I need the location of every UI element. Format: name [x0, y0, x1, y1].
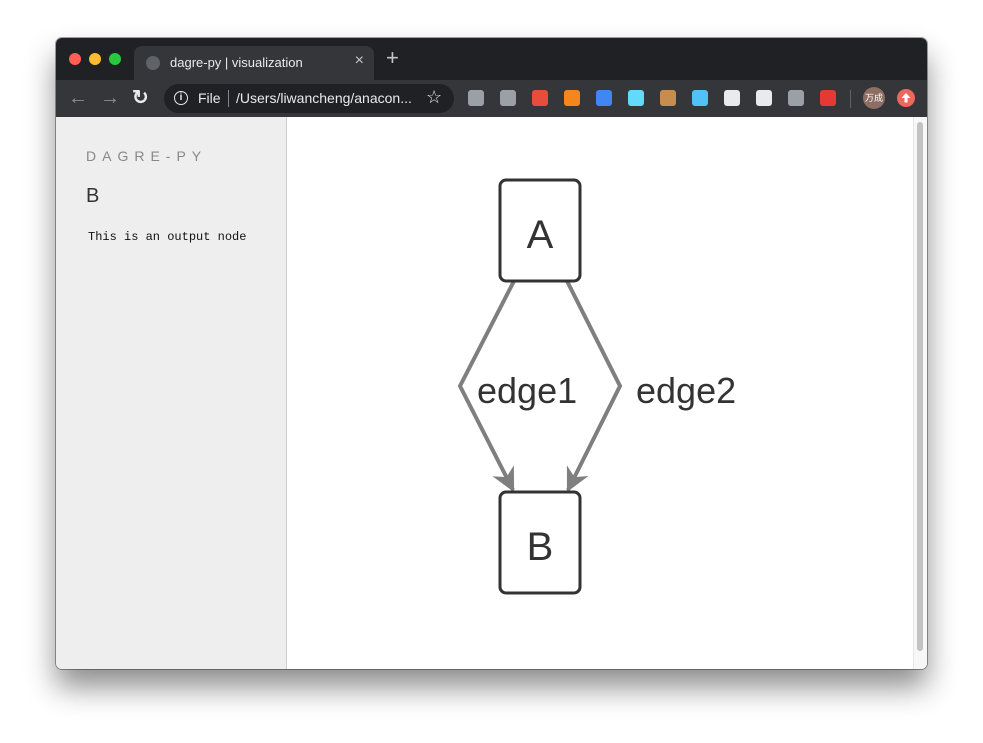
back-button[interactable]: ← — [68, 86, 88, 110]
vue-devtools-extension-icon[interactable] — [500, 90, 516, 106]
node-a-label: A — [527, 213, 554, 257]
new-tab-button[interactable]: + — [386, 47, 399, 69]
forward-button[interactable]: → — [100, 86, 120, 110]
translate-extension-icon[interactable] — [596, 90, 612, 106]
edge-2-label: edge2 — [636, 370, 736, 411]
cat-extension-icon[interactable] — [724, 90, 740, 106]
scrollbar-thumb[interactable] — [917, 122, 923, 651]
reload-button[interactable]: ↻ — [132, 86, 149, 110]
minimize-window-button[interactable] — [89, 53, 101, 65]
json-viewer-extension-icon[interactable] — [468, 90, 484, 106]
adblock-extension-icon[interactable] — [820, 90, 836, 106]
browser-toolbar: ← → ↻ i File /Users/liwancheng/anacon...… — [56, 80, 927, 117]
selected-node-name: B — [86, 185, 100, 207]
address-bar[interactable]: i File /Users/liwancheng/anacon... ☆ — [164, 84, 454, 113]
bookmark-star-icon[interactable]: ☆ — [426, 87, 442, 108]
profile-avatar[interactable]: 万成 — [863, 87, 885, 109]
info-icon[interactable]: i — [174, 91, 188, 105]
tab-dagre-py[interactable]: dagre-py | visualization × — [134, 46, 374, 80]
tampermonkey-extension-icon[interactable] — [756, 90, 772, 106]
zoom-window-button[interactable] — [109, 53, 121, 65]
text-cursor-extension-icon[interactable] — [788, 90, 804, 106]
scheme-label: File — [198, 90, 221, 106]
url-text[interactable]: /Users/liwancheng/anacon... — [236, 90, 416, 106]
metamask-extension-icon[interactable] — [564, 90, 580, 106]
omnibox-divider — [228, 90, 229, 107]
browser-window: dagre-py | visualization × + ← → ↻ i Fil… — [56, 38, 927, 669]
graph-node-b[interactable]: B — [498, 490, 582, 595]
edge-1-label: edge1 — [477, 370, 577, 411]
close-tab-icon[interactable]: × — [355, 52, 364, 70]
tab-title: dagre-py | visualization — [170, 55, 303, 70]
graph-canvas[interactable]: edge1 edge2 A B — [287, 117, 927, 669]
cookie-extension-icon[interactable] — [660, 90, 676, 106]
graph-node-a[interactable]: A — [498, 178, 582, 283]
react-devtools-extension-icon[interactable] — [628, 90, 644, 106]
brand-title: DAGRE-PY — [86, 148, 208, 164]
sidebar: DAGRE-PY B This is an output node — [56, 117, 287, 669]
toolbar-divider — [850, 90, 851, 108]
window-resizer-extension-icon[interactable] — [692, 90, 708, 106]
color-palette-extension-icon[interactable] — [532, 90, 548, 106]
title-bar: dagre-py | visualization × + — [56, 38, 927, 80]
update-arrow-up-icon[interactable] — [896, 88, 916, 108]
node-b-label: B — [527, 525, 554, 569]
node-description: This is an output node — [88, 230, 247, 244]
graph-svg: edge1 edge2 A B — [457, 178, 736, 595]
close-window-button[interactable] — [69, 53, 81, 65]
globe-icon — [146, 56, 160, 70]
